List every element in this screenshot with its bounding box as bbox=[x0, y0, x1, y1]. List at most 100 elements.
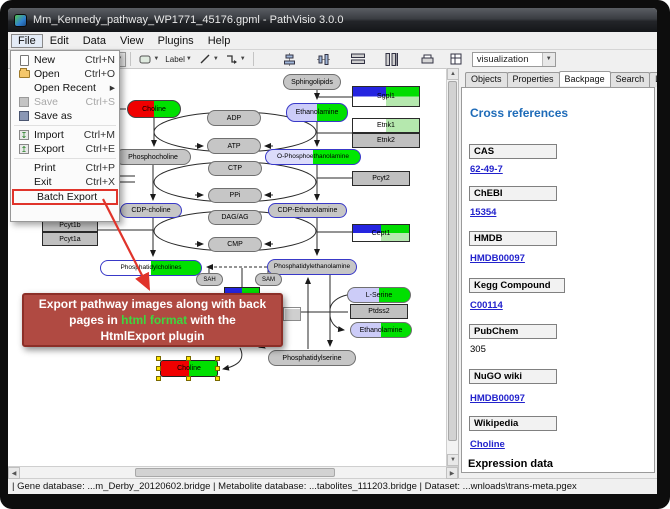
backpage-content[interactable]: Cross references CAS 62-49-7 ChEBI 15354… bbox=[461, 87, 655, 473]
node-sam[interactable]: SAM bbox=[255, 273, 282, 286]
selection-handle[interactable] bbox=[156, 376, 161, 381]
pathvisio-app-icon bbox=[14, 14, 27, 27]
file-menu-open-recent[interactable]: Open Recent▸ bbox=[11, 81, 119, 95]
connector-tool-button[interactable]: ▼ bbox=[222, 52, 249, 67]
tab-backpage[interactable]: Backpage bbox=[559, 71, 611, 86]
scroll-right-arrow-icon[interactable]: ▶ bbox=[446, 467, 458, 479]
menu-bar: File Edit Data View Plugins Help bbox=[8, 32, 657, 50]
visualization-dropdown-icon[interactable]: ▼ bbox=[542, 53, 555, 66]
node-sgpl1[interactable]: Sgpl1 bbox=[352, 86, 420, 107]
link-kegg-value[interactable]: C00114 bbox=[470, 300, 503, 311]
tab-legend[interactable]: Legend bbox=[649, 72, 657, 87]
node-cdp-choline[interactable]: CDP-choline bbox=[120, 203, 182, 218]
node-choline-selected[interactable]: Choline bbox=[160, 360, 218, 377]
node-adp[interactable]: ADP bbox=[207, 110, 261, 126]
file-menu-batch-export[interactable]: Batch Export bbox=[12, 189, 118, 205]
link-nugo-value[interactable]: HMDB00097 bbox=[470, 393, 525, 404]
selection-handle[interactable] bbox=[215, 376, 220, 381]
selection-handle[interactable] bbox=[215, 366, 220, 371]
node-ptdss2[interactable]: Ptdss2 bbox=[350, 304, 408, 319]
file-menu-save[interactable]: SaveCtrl+S bbox=[11, 95, 119, 109]
node-etnk2[interactable]: Etnk2 bbox=[352, 133, 420, 148]
node-ethanolamine-bottom[interactable]: Ethanolamine bbox=[350, 322, 412, 338]
label-tool-button[interactable]: Label▼ bbox=[162, 52, 195, 67]
tab-search[interactable]: Search bbox=[610, 72, 651, 87]
node-phosphatidylethanolamine[interactable]: Phosphatidylethanolamine bbox=[267, 259, 357, 275]
node-pcyt1a[interactable]: Pcyt1a bbox=[42, 232, 98, 246]
side-panel: Objects Properties Backpage Search Legen… bbox=[458, 68, 657, 478]
link-cas-value[interactable]: 62-49-7 bbox=[470, 164, 503, 175]
canvas-horizontal-scrollbar[interactable]: ◀ ▶ bbox=[8, 466, 458, 478]
file-menu-import[interactable]: ↧ ImportCtrl+M bbox=[11, 128, 119, 142]
align-center-icon bbox=[283, 53, 297, 66]
scroll-left-arrow-icon[interactable]: ◀ bbox=[8, 467, 20, 479]
menu-file[interactable]: File bbox=[11, 34, 43, 48]
file-menu-new[interactable]: NewCtrl+N bbox=[11, 53, 119, 67]
node-o-phosphoethanolamine[interactable]: O-Phosphoethanolamine bbox=[265, 149, 361, 165]
link-hmdb-value[interactable]: HMDB00097 bbox=[470, 253, 525, 264]
data-visualization-button[interactable] bbox=[446, 52, 466, 67]
canvas-vertical-scrollbar[interactable]: ▲ ▼ bbox=[446, 68, 458, 466]
anchor-box[interactable] bbox=[283, 307, 301, 321]
node-atp[interactable]: ATP bbox=[207, 138, 261, 154]
node-choline-top[interactable]: Choline bbox=[127, 100, 181, 118]
node-etnk1[interactable]: Etnk1 bbox=[352, 118, 420, 133]
section-header-nugo: NuGO wiki bbox=[469, 369, 557, 384]
node-cmp[interactable]: CMP bbox=[208, 237, 262, 252]
horizontal-scroll-thumb[interactable] bbox=[135, 468, 335, 477]
selection-handle[interactable] bbox=[186, 356, 191, 361]
tab-objects[interactable]: Objects bbox=[465, 72, 508, 87]
menu-edit[interactable]: Edit bbox=[43, 34, 76, 48]
menu-plugins[interactable]: Plugins bbox=[151, 34, 201, 48]
file-menu-open[interactable]: OpenCtrl+O bbox=[11, 67, 119, 81]
menu-view[interactable]: View bbox=[113, 34, 151, 48]
distribute-horizontal-button[interactable] bbox=[348, 52, 368, 67]
file-menu-save-as[interactable]: Save as bbox=[11, 109, 119, 123]
vertical-scroll-thumb[interactable] bbox=[448, 81, 457, 441]
selection-handle[interactable] bbox=[156, 366, 161, 371]
import-icon: ↧ bbox=[14, 130, 34, 140]
section-header-cas: CAS bbox=[469, 144, 557, 159]
section-header-kegg: Kegg Compound bbox=[469, 278, 565, 293]
title-bar[interactable]: Mm_Kennedy_pathway_WP1771_45176.gpml - P… bbox=[8, 8, 657, 32]
node-ctp[interactable]: CTP bbox=[208, 161, 262, 176]
line-tool-icon bbox=[198, 53, 212, 66]
section-header-hmdb: HMDB bbox=[469, 231, 557, 246]
menu-help[interactable]: Help bbox=[201, 34, 238, 48]
selection-handle[interactable] bbox=[186, 376, 191, 381]
line-tool-button[interactable]: ▼ bbox=[195, 52, 222, 67]
menu-data[interactable]: Data bbox=[76, 34, 113, 48]
gene-tool-button[interactable]: ▼ bbox=[135, 52, 162, 67]
node-sah[interactable]: SAH bbox=[196, 273, 223, 286]
printer-icon bbox=[421, 53, 435, 66]
file-menu-exit[interactable]: ExitCtrl+X bbox=[11, 175, 119, 189]
align-center-button[interactable] bbox=[280, 52, 300, 67]
tab-properties[interactable]: Properties bbox=[507, 72, 560, 87]
link-chebi-value[interactable]: 15354 bbox=[470, 207, 496, 218]
selection-handle[interactable] bbox=[215, 356, 220, 361]
visualization-combobox[interactable]: visualization ▼ bbox=[472, 52, 556, 67]
link-wikipedia-value[interactable]: Choline bbox=[470, 439, 505, 450]
node-ppi[interactable]: PPi bbox=[208, 188, 262, 203]
node-cept1[interactable]: Cept1 bbox=[352, 224, 410, 242]
node-l-serine[interactable]: L-Serine bbox=[347, 287, 411, 303]
align-middle-button[interactable] bbox=[314, 52, 334, 67]
node-phosphocholine[interactable]: Phosphocholine bbox=[115, 149, 191, 165]
file-menu-export[interactable]: ↥ ExportCtrl+E bbox=[11, 142, 119, 156]
node-dag-ag[interactable]: DAG/AG bbox=[208, 210, 262, 225]
distribute-vertical-button[interactable] bbox=[382, 52, 402, 67]
pubchem-value: 305 bbox=[470, 344, 486, 355]
screenshot-stage: Mm_Kennedy_pathway_WP1771_45176.gpml - P… bbox=[0, 0, 670, 509]
node-pcyt2[interactable]: Pcyt2 bbox=[352, 171, 410, 186]
node-cdp-ethanolamine[interactable]: CDP-Ethanolamine bbox=[268, 203, 347, 218]
node-sphingolipids[interactable]: Sphingolipids bbox=[283, 74, 341, 90]
node-phosphatidylcholines[interactable]: Phosphatidylcholines bbox=[100, 260, 202, 276]
status-bar: | Gene database: ...m_Derby_20120602.bri… bbox=[8, 478, 657, 494]
selection-handle[interactable] bbox=[156, 356, 161, 361]
file-menu-print[interactable]: PrintCtrl+P bbox=[11, 161, 119, 175]
print-button[interactable] bbox=[418, 52, 438, 67]
node-ethanolamine-top[interactable]: Ethanolamine bbox=[286, 103, 348, 122]
export-icon: ↥ bbox=[14, 144, 34, 154]
align-middle-icon bbox=[317, 53, 331, 66]
node-phosphatidylserine[interactable]: Phosphatidylserine bbox=[268, 350, 356, 366]
